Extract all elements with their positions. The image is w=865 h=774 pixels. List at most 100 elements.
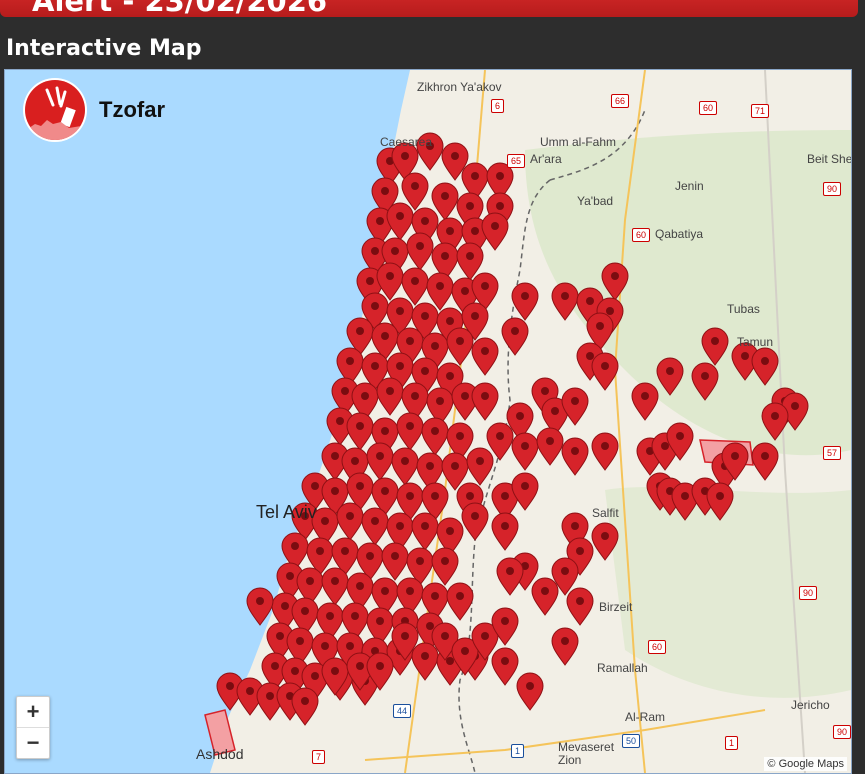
road-shield: 65 bbox=[507, 154, 526, 168]
alert-marker-dot bbox=[376, 662, 384, 670]
alert-marker-dot bbox=[701, 372, 709, 380]
alert-marker-dot bbox=[356, 482, 364, 490]
alert-marker-dot bbox=[466, 202, 474, 210]
alert-marker-dot bbox=[296, 637, 304, 645]
alert-marker-dot bbox=[501, 522, 509, 530]
alert-marker-dot bbox=[381, 587, 389, 595]
alert-marker-dot bbox=[266, 692, 274, 700]
alert-marker-dot bbox=[541, 387, 549, 395]
alert-marker-dot bbox=[461, 287, 469, 295]
road-shield: 66 bbox=[611, 94, 630, 108]
alert-marker-dot bbox=[471, 227, 479, 235]
place-label: Qabatiya bbox=[655, 227, 704, 241]
place-label: Tamun bbox=[737, 335, 774, 349]
alert-marker-dot bbox=[386, 387, 394, 395]
place-label: Birzeit bbox=[599, 600, 633, 614]
alert-marker-dot bbox=[491, 222, 499, 230]
alert-marker-dot bbox=[401, 632, 409, 640]
tzofar-logo bbox=[25, 80, 85, 140]
zoom-control: + − bbox=[16, 696, 50, 759]
alert-marker-dot bbox=[606, 307, 614, 315]
alert-marker-dot bbox=[411, 392, 419, 400]
alert-marker-dot bbox=[561, 292, 569, 300]
map-canvas[interactable] bbox=[5, 70, 851, 773]
alert-marker-dot bbox=[681, 492, 689, 500]
alert-marker-dot bbox=[441, 192, 449, 200]
alert-marker-dot bbox=[571, 447, 579, 455]
road-shield: 90 bbox=[833, 725, 851, 739]
alert-marker-dot bbox=[396, 522, 404, 530]
alert-marker-dot bbox=[281, 602, 289, 610]
alert-marker-dot bbox=[291, 542, 299, 550]
alert-marker-dot bbox=[331, 452, 339, 460]
zoom-in-button[interactable]: + bbox=[17, 697, 49, 727]
alert-marker-dot bbox=[586, 297, 594, 305]
road-shield: 50 bbox=[622, 734, 641, 748]
alert-marker-dot bbox=[336, 417, 344, 425]
alert-marker-dot bbox=[456, 432, 464, 440]
alert-marker-dot bbox=[446, 372, 454, 380]
alert-marker-dot bbox=[381, 332, 389, 340]
alert-marker-dot bbox=[401, 457, 409, 465]
interactive-map[interactable]: Zikhron Ya'akov Caesarea Umm al-Fahm Ar'… bbox=[4, 69, 852, 774]
alert-marker-dot bbox=[601, 362, 609, 370]
alert-marker-dot bbox=[271, 662, 279, 670]
alert-marker-dot bbox=[311, 672, 319, 680]
alert-marker-dot bbox=[226, 682, 234, 690]
alert-marker-dot bbox=[441, 557, 449, 565]
alert-marker-dot bbox=[446, 227, 454, 235]
alert-marker-dot bbox=[416, 557, 424, 565]
alert-marker-dot bbox=[371, 362, 379, 370]
alert-marker-dot bbox=[276, 632, 284, 640]
alert-marker-dot bbox=[356, 662, 364, 670]
city-label: Tel Aviv bbox=[256, 502, 317, 522]
alert-marker-dot bbox=[481, 632, 489, 640]
alert-marker-dot bbox=[446, 657, 454, 665]
alert-marker-dot bbox=[356, 327, 364, 335]
place-label: Ramallah bbox=[597, 661, 648, 675]
alert-marker-dot bbox=[521, 292, 529, 300]
alert-marker-dot bbox=[466, 492, 474, 500]
alert-marker-dot bbox=[481, 282, 489, 290]
alert-marker-dot bbox=[246, 687, 254, 695]
alert-marker-dot bbox=[761, 452, 769, 460]
alert-marker-dot bbox=[561, 567, 569, 575]
alert-marker-dot bbox=[366, 277, 374, 285]
alert-marker-dot bbox=[371, 517, 379, 525]
alert-marker-dot bbox=[476, 457, 484, 465]
alert-marker-dot bbox=[421, 652, 429, 660]
alert-marker-dot bbox=[611, 272, 619, 280]
alert-marker-dot bbox=[381, 427, 389, 435]
alert-marker-dot bbox=[431, 592, 439, 600]
zoom-out-button[interactable]: − bbox=[17, 728, 49, 758]
place-label: Al-Ram bbox=[625, 710, 666, 724]
alert-marker-dot bbox=[376, 617, 384, 625]
alert-marker-dot bbox=[356, 422, 364, 430]
alert-marker-dot bbox=[446, 527, 454, 535]
alert-marker-dot bbox=[341, 547, 349, 555]
alert-marker-dot bbox=[381, 487, 389, 495]
alert-marker-dot bbox=[446, 317, 454, 325]
alert-marker-dot bbox=[731, 452, 739, 460]
map-attribution[interactable]: © Google Maps bbox=[764, 757, 847, 771]
brand-name: Tzofar bbox=[99, 97, 165, 122]
road-shield: 60 bbox=[648, 640, 667, 654]
alert-marker-dot bbox=[791, 402, 799, 410]
alert-marker-dot bbox=[521, 442, 529, 450]
alert-marker-dot bbox=[601, 442, 609, 450]
alert-marker-dot bbox=[496, 432, 504, 440]
alert-marker-dot bbox=[501, 617, 509, 625]
alert-marker-dot bbox=[661, 442, 669, 450]
alert-marker-dot bbox=[421, 217, 429, 225]
alert-marker-dot bbox=[641, 392, 649, 400]
alert-marker-dot bbox=[301, 697, 309, 705]
alert-marker-dot bbox=[586, 352, 594, 360]
alert-marker-dot bbox=[716, 492, 724, 500]
alert-marker-dot bbox=[466, 252, 474, 260]
place-label: Beit She bbox=[807, 152, 852, 166]
alert-marker-dot bbox=[461, 647, 469, 655]
road-shield: 1 bbox=[725, 736, 739, 750]
alert-marker-dot bbox=[421, 312, 429, 320]
alert-marker-dot bbox=[321, 517, 329, 525]
alert-marker-dot bbox=[431, 427, 439, 435]
